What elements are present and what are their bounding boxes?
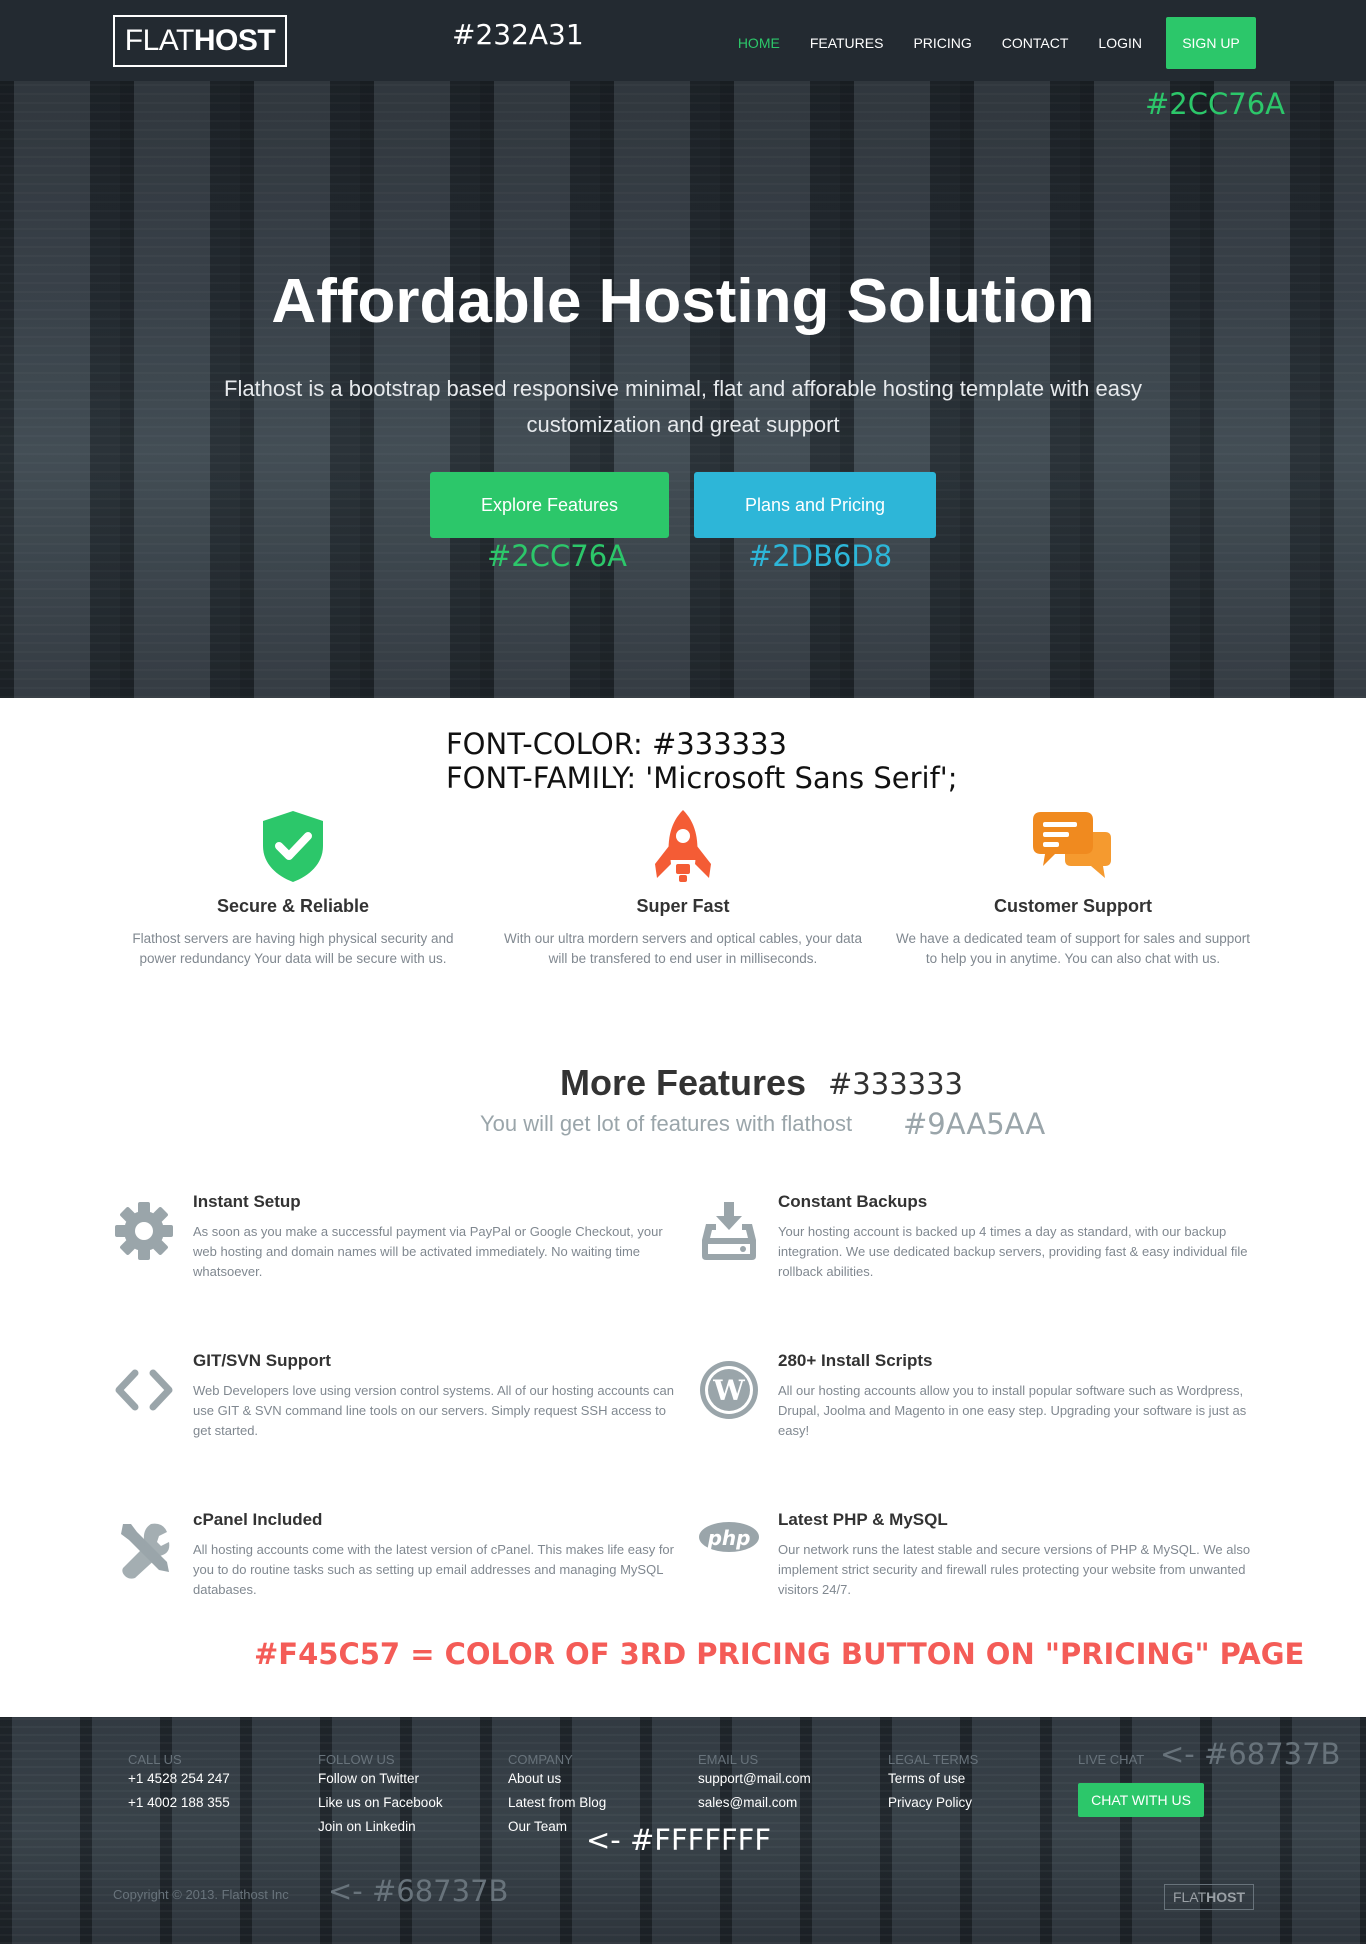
nav-home[interactable]: HOME (738, 35, 780, 51)
tools-icon (121, 1523, 170, 1579)
feature-fast-text: With our ultra mordern servers and optic… (504, 931, 862, 966)
signup-color-note: #2CC76A (1145, 87, 1285, 121)
footer-link-privacy[interactable]: Privacy Policy (888, 1791, 1068, 1815)
chat-with-us-button[interactable]: CHAT WITH US (1078, 1783, 1204, 1817)
feature-support-text: We have a dedicated team of support for … (896, 931, 1250, 966)
shield-check-icon (263, 811, 323, 882)
nav-contact[interactable]: CONTACT (1002, 35, 1069, 51)
nav-pricing[interactable]: PRICING (913, 35, 971, 51)
footer-heading-email: EMAIL US (698, 1752, 759, 1767)
footer-heading-follow: FOLLOW US (318, 1752, 395, 1767)
more-features-subtitle: You will get lot of features with flatho… (480, 1111, 853, 1136)
nav-links: HOME FEATURES PRICING CONTACT LOGIN SIGN… (708, 17, 1256, 69)
footer-logo-bold: HOST (1206, 1889, 1246, 1905)
feature-git-svn-title: GIT/SVN Support (193, 1351, 331, 1370)
feature-git-svn-text: Web Developers love using version contro… (193, 1383, 674, 1438)
explore-features-button[interactable]: Explore Features (430, 472, 669, 538)
copyright-text: Copyright © 2013. Flathost Inc (113, 1887, 289, 1902)
footer-phone-2[interactable]: +1 4002 188 355 (128, 1791, 308, 1815)
code-icon (115, 1369, 173, 1411)
hero-section: #2CC76A Affordable Hosting Solution Flat… (0, 81, 1366, 698)
white-color-note: <- #FFFFFFF (586, 1823, 772, 1857)
plans-pricing-button[interactable]: Plans and Pricing (694, 472, 936, 538)
feature-install-scripts-text: All our hosting accounts allow you to in… (778, 1383, 1247, 1438)
footer-heading-company: COMPANY (508, 1752, 573, 1767)
feature-instant-setup-text: As soon as you make a successful payment… (193, 1224, 663, 1279)
wordpress-icon: W (700, 1361, 758, 1419)
footer-col-call: CALL US +1 4528 254 247 +1 4002 188 355 (128, 1752, 308, 1815)
feature-php-mysql-title: Latest PHP & MySQL (778, 1510, 948, 1529)
feature-support-title: Customer Support (993, 896, 1152, 916)
feature-install-scripts-title: 280+ Install Scripts (778, 1351, 933, 1370)
pricing-color-note: #2DB6D8 (748, 539, 893, 573)
nav-color-note: #232A31 (452, 18, 584, 51)
pricing-color-annotation: #F45C57 = COLOR OF 3RD PRICING BUTTON ON… (254, 1637, 1305, 1671)
logo-text-light: FLAT (124, 24, 195, 57)
hero-subtitle: Flathost is a bootstrap based responsive… (224, 376, 1142, 437)
feature-secure-title: Secure & Reliable (216, 896, 370, 916)
footer-heading-call: CALL US (128, 1752, 182, 1767)
gear-icon (115, 1202, 173, 1260)
footer-phone-1[interactable]: +1 4528 254 247 (128, 1767, 308, 1791)
chat-bubbles-icon (1033, 812, 1111, 878)
navbar: FLATHOST #232A31 HOME FEATURES PRICING C… (0, 0, 1366, 81)
footer-link-linkedin[interactable]: Join on Linkedin (318, 1815, 498, 1839)
feature-fast: Super Fast With our ultra mordern server… (503, 808, 863, 969)
footer-link-about[interactable]: About us (508, 1767, 688, 1791)
nav-features[interactable]: FEATURES (810, 35, 884, 51)
logo-text-bold: HOST (193, 24, 276, 57)
svg-text:W: W (712, 1374, 745, 1407)
footer-heading-legal: LEGAL TERMS (888, 1752, 979, 1767)
site-logo[interactable]: FLATHOST (113, 15, 287, 67)
feature-secure: Secure & Reliable Flathost servers are h… (113, 808, 473, 969)
live-chat-color-note: <- #68737B (1160, 1737, 1341, 1771)
svg-text:php: php (707, 1526, 751, 1550)
more-features-title: More Features (560, 1062, 807, 1103)
signup-button[interactable]: SIGN UP (1166, 17, 1256, 69)
copyright-color-note: <- #68737B (328, 1874, 509, 1908)
footer-col-email: EMAIL US support@mail.com sales@mail.com (698, 1752, 878, 1815)
feature-cpanel-text: All hosting accounts come with the lates… (193, 1542, 674, 1597)
footer: CALL US +1 4528 254 247 +1 4002 188 355 … (0, 1717, 1366, 1944)
nav-login[interactable]: LOGIN (1098, 35, 1142, 51)
rocket-icon (655, 810, 711, 882)
footer-link-facebook[interactable]: Like us on Facebook (318, 1791, 498, 1815)
feature-support: Customer Support We have a dedicated tea… (893, 808, 1253, 969)
footer-link-twitter[interactable]: Follow on Twitter (318, 1767, 498, 1791)
footer-col-legal: LEGAL TERMS Terms of use Privacy Policy (888, 1752, 1068, 1815)
footer-logo-light: FLAT (1172, 1889, 1207, 1905)
feature-constant-backups-title: Constant Backups (778, 1192, 928, 1211)
footer-logo[interactable]: FLATHOST (1164, 1884, 1254, 1910)
font-family-note: FONT-FAMILY: 'Microsoft Sans Serif'; (446, 761, 958, 795)
footer-link-terms[interactable]: Terms of use (888, 1767, 1068, 1791)
feature-constant-backups-text: Your hosting account is backed up 4 time… (778, 1224, 1248, 1279)
feature-cpanel-title: cPanel Included (193, 1510, 323, 1529)
backup-drive-icon (702, 1202, 756, 1260)
feature-php-mysql-text: Our network runs the latest stable and s… (778, 1542, 1251, 1597)
footer-link-blog[interactable]: Latest from Blog (508, 1791, 688, 1815)
subtitle-color-note: #9AA5AA (903, 1107, 1046, 1141)
footer-email-support[interactable]: support@mail.com (698, 1767, 878, 1791)
hero-title: Affordable Hosting Solution (271, 267, 1095, 336)
feature-secure-text: Flathost servers are having high physica… (132, 931, 454, 966)
font-color-note: FONT-COLOR: #333333 (446, 727, 787, 761)
footer-email-sales[interactable]: sales@mail.com (698, 1791, 878, 1815)
php-icon: php (699, 1522, 759, 1552)
title-color-note: #333333 (828, 1067, 964, 1101)
explore-color-note: #2CC76A (487, 539, 627, 573)
footer-col-follow: FOLLOW US Follow on Twitter Like us on F… (318, 1752, 498, 1839)
feature-fast-title: Super Fast (636, 896, 730, 916)
feature-instant-setup-title: Instant Setup (193, 1192, 301, 1211)
